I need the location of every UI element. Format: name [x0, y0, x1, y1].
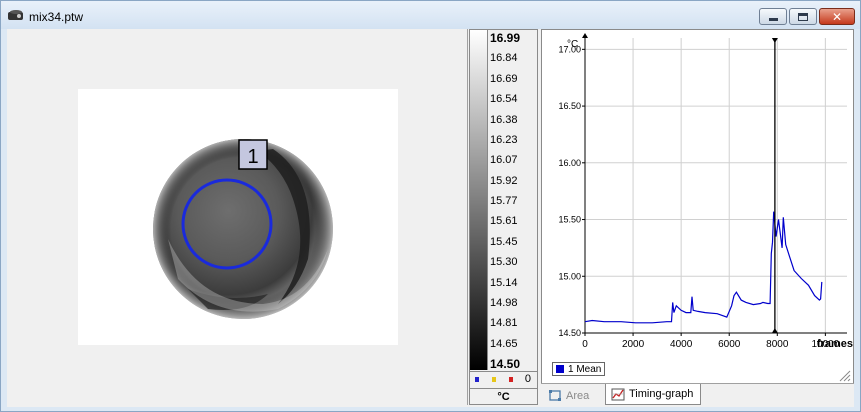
- yellow-marker-icon: [492, 377, 496, 382]
- scale-label: 14.98: [490, 296, 518, 309]
- scale-unit: °C: [470, 388, 537, 404]
- scale-labels: 16.99 16.84 16.69 16.54 16.38 16.23 16.07 15.92…: [490, 32, 538, 372]
- timing-graph-icon: [611, 388, 625, 400]
- scale-label: 16.69: [490, 72, 518, 85]
- scale-count: 0: [524, 373, 531, 385]
- tab-timing-graph-label: Timing-graph: [629, 388, 694, 400]
- y-tick-label: 16.50: [558, 101, 581, 111]
- series-line: [584, 211, 823, 324]
- close-icon: ✕: [831, 9, 843, 24]
- x-tick-label: 0: [582, 339, 588, 350]
- scale-label: 16.84: [490, 52, 518, 65]
- timing-graph[interactable]: 17.0016.5016.0015.5015.0014.500 2000 4000 6…: [542, 30, 855, 384]
- blue-marker-icon: [475, 377, 479, 382]
- scale-label: 14.65: [490, 337, 518, 350]
- roi-label: 1: [247, 146, 258, 168]
- legend: 1 Mean: [552, 362, 606, 376]
- y-tick-label: 15.00: [558, 271, 581, 281]
- legend-swatch: [556, 365, 564, 373]
- tab-area[interactable]: Area: [543, 386, 605, 405]
- client-area: 1 16.99 16.84 16.69 16.54 16.38 16.23 16.07 15.…: [7, 29, 854, 407]
- maximize-icon: [798, 12, 808, 21]
- scale-label: 16.07: [490, 154, 518, 167]
- scale-label: 15.61: [490, 215, 518, 228]
- resize-grip-icon[interactable]: [839, 370, 851, 382]
- thermal-image-canvas[interactable]: 1: [78, 89, 398, 345]
- y-tick-label: 14.50: [558, 328, 581, 338]
- scale-label: 14.50: [490, 357, 521, 371]
- scale-label: 15.30: [490, 256, 518, 269]
- minimize-icon: [768, 18, 778, 21]
- scale-label: 16.23: [490, 133, 518, 146]
- legend-label: 1 Mean: [568, 363, 602, 375]
- maximize-button[interactable]: [789, 8, 817, 25]
- color-scale-bar[interactable]: [470, 30, 488, 370]
- thermal-image-pane: 1: [7, 29, 468, 405]
- scale-label: 16.38: [490, 113, 518, 126]
- scale-label: 16.54: [490, 93, 518, 106]
- scale-label: 16.99: [490, 31, 521, 45]
- scale-footer: 0: [470, 371, 537, 387]
- x-tick-label: 6000: [718, 339, 741, 350]
- x-tick-label: 2000: [622, 339, 645, 350]
- scale-label: 15.92: [490, 174, 518, 187]
- y-axis-arrow: [582, 33, 588, 38]
- red-marker-icon: [509, 377, 513, 382]
- thermal-image: 1: [153, 139, 333, 319]
- minimize-button[interactable]: [759, 8, 787, 25]
- y-axis-label: °C: [567, 39, 578, 50]
- timing-graph-pane: 17.00 16.50 16.00 15.50 15.00 14.50 0 2000 4000 6…: [541, 29, 854, 405]
- tab-timing-graph[interactable]: Timing-graph: [605, 384, 701, 405]
- camera-icon: [8, 10, 23, 20]
- y-tick-label: 15.50: [558, 215, 581, 225]
- scale-label: 15.77: [490, 195, 518, 207]
- tab-area-label: Area: [566, 389, 590, 402]
- x-tick-label: 4000: [670, 339, 693, 350]
- y-tick-label: 16.00: [558, 158, 581, 168]
- x-axis-label: frames: [817, 338, 853, 350]
- scale-label: 14.81: [490, 317, 518, 330]
- color-scale-pane: 16.99 16.84 16.69 16.54 16.38 16.23 16.07 15.92…: [469, 29, 538, 405]
- close-button[interactable]: ✕: [819, 8, 855, 25]
- app-window: mix34.ptw ✕ 1 16.99 16.84 16.69 16.54 16…: [0, 0, 861, 412]
- scale-label: 15.45: [490, 235, 518, 248]
- scale-label: 15.14: [490, 276, 518, 289]
- title-bar[interactable]: mix34.ptw ✕: [1, 1, 860, 29]
- window-title: mix34.ptw: [29, 10, 84, 24]
- area-icon: [549, 390, 561, 401]
- x-tick-label: 8000: [766, 339, 789, 350]
- view-tabs: Area Timing-graph: [541, 383, 854, 405]
